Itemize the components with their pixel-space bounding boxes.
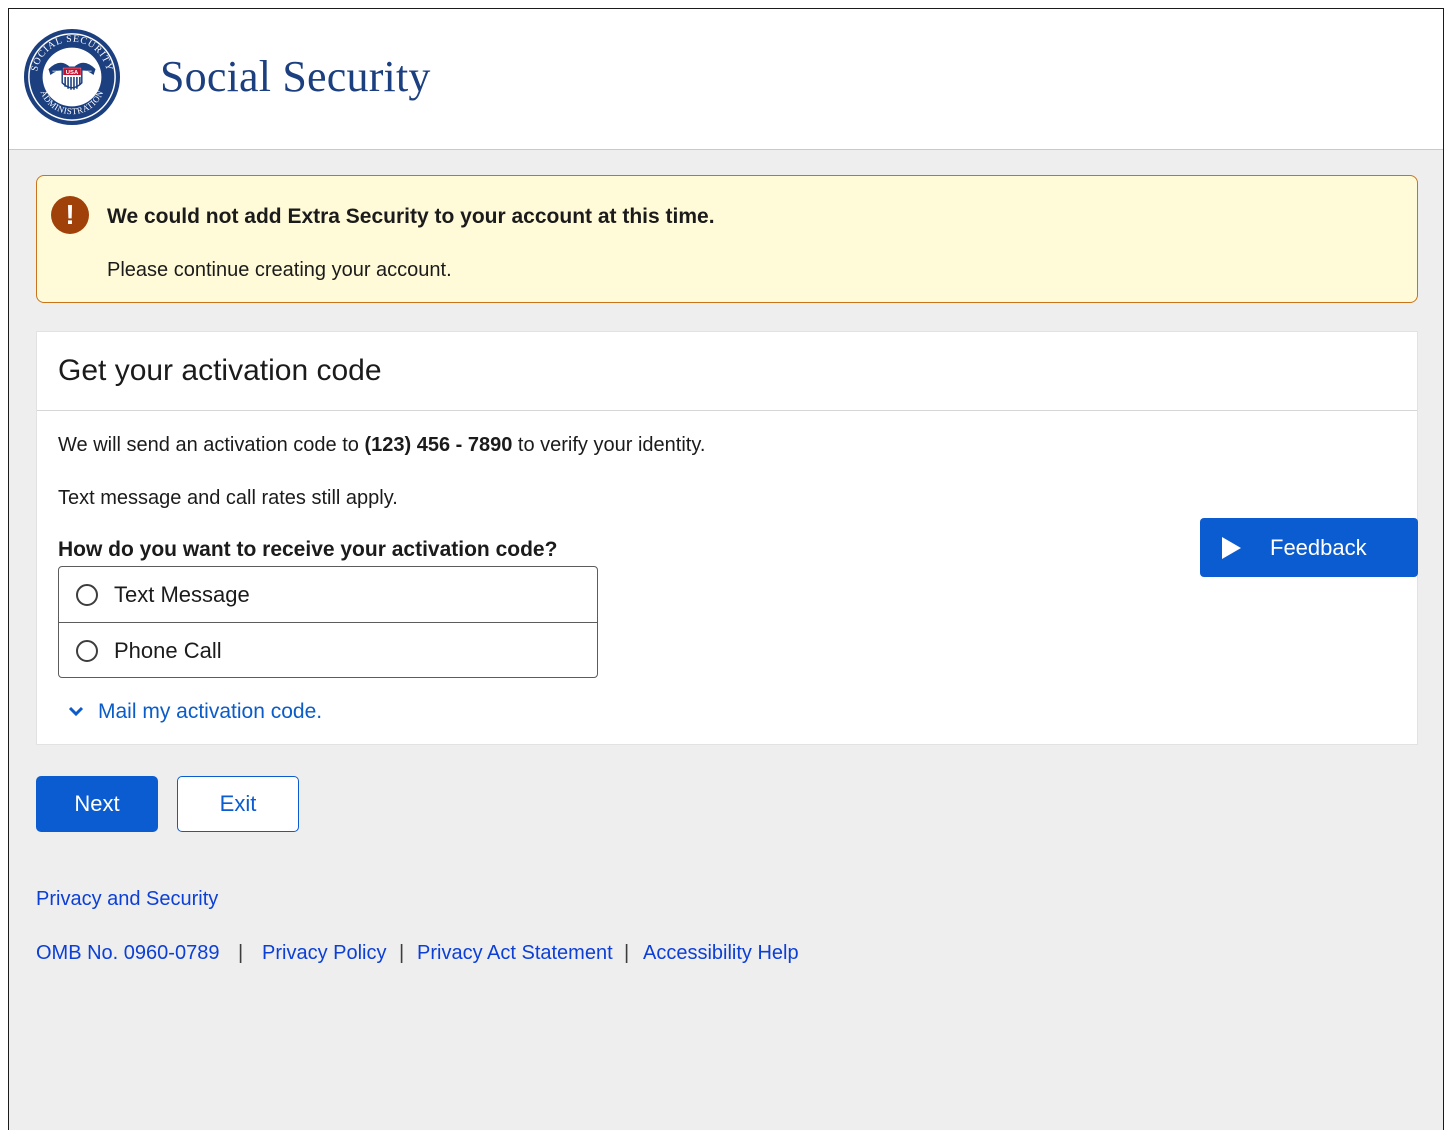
footer-separator: | <box>399 942 405 964</box>
footer-separator: | <box>238 942 244 964</box>
radio-button[interactable] <box>76 584 98 606</box>
send-code-text: We will send an activation code to (123)… <box>58 434 705 457</box>
exit-button[interactable]: Exit <box>177 776 299 832</box>
site-title[interactable]: Social Security <box>160 51 431 102</box>
privacy-and-security-link[interactable]: Privacy and Security <box>36 888 218 911</box>
ssa-seal-logo[interactable]: SOCIAL SECURITY ADMINISTRATION USA <box>23 28 121 126</box>
radio-label-text-message[interactable]: Text Message <box>114 582 250 608</box>
send-prefix: We will send an activation code to <box>58 434 365 456</box>
omb-number-link[interactable]: OMB No. 0960-0789 <box>36 942 219 965</box>
radio-label-phone-call[interactable]: Phone Call <box>114 638 222 664</box>
mail-link-label[interactable]: Mail my activation code. <box>98 700 322 724</box>
warning-alert: ! We could not add Extra Security to you… <box>36 175 1418 303</box>
accessibility-help-link[interactable]: Accessibility Help <box>643 942 799 965</box>
radio-option-phone-call[interactable]: Phone Call <box>59 622 597 677</box>
next-button[interactable]: Next <box>36 776 158 832</box>
alert-title: We could not add Extra Security to your … <box>107 205 715 228</box>
mail-activation-code-link[interactable]: Mail my activation code. <box>68 700 322 724</box>
feedback-button[interactable]: Feedback <box>1200 518 1418 577</box>
send-suffix: to verify your identity. <box>512 434 706 456</box>
chevron-down-icon <box>68 706 84 717</box>
privacy-policy-link[interactable]: Privacy Policy <box>262 942 386 965</box>
phone-number: (123) 456 - 7890 <box>364 434 513 456</box>
rates-note: Text message and call rates still apply. <box>58 487 398 509</box>
radio-button[interactable] <box>76 640 98 662</box>
exclamation-icon: ! <box>51 196 89 234</box>
privacy-act-statement-link[interactable]: Privacy Act Statement <box>417 942 613 965</box>
page-frame: SOCIAL SECURITY ADMINISTRATION USA Socia… <box>8 8 1444 1130</box>
play-icon <box>1222 536 1241 559</box>
site-header: SOCIAL SECURITY ADMINISTRATION USA Socia… <box>9 9 1443 150</box>
card-header: Get your activation code <box>37 332 1417 411</box>
delivery-method-radio-group: Text Message Phone Call <box>58 566 598 678</box>
radio-option-text-message[interactable]: Text Message <box>59 567 597 622</box>
feedback-label[interactable]: Feedback <box>1270 535 1367 561</box>
delivery-question: How do you want to receive your activati… <box>58 538 558 561</box>
footer-separator: | <box>624 942 630 964</box>
alert-body: Please continue creating your account. <box>107 259 452 281</box>
logo-badge: USA <box>66 70 79 76</box>
card-title: Get your activation code <box>58 354 382 387</box>
